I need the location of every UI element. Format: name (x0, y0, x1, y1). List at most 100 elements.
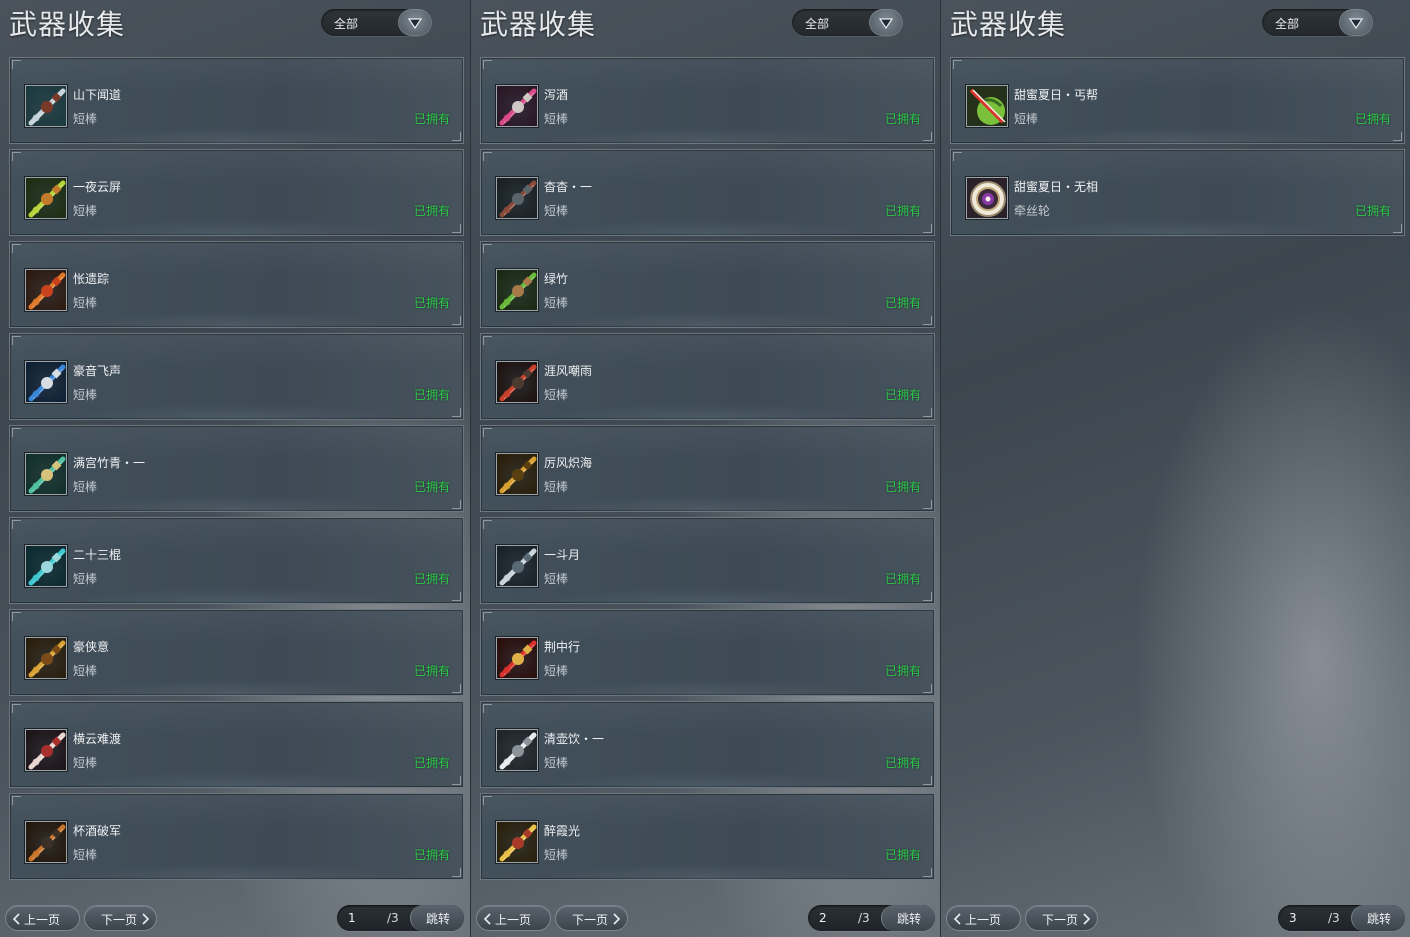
page-total: /3 (387, 911, 399, 925)
weapon-type: 短棒 (544, 112, 569, 126)
filter-dropdown[interactable]: 全部 (792, 9, 903, 36)
weapon-card[interactable]: 山下闻道 短棒 已拥有 (9, 57, 464, 144)
filter-dropdown[interactable]: 全部 (321, 9, 432, 36)
weapon-icon (496, 269, 538, 311)
page-total: /3 (1328, 911, 1340, 925)
weapon-icon (25, 269, 67, 311)
card-ornament (541, 587, 874, 603)
card-ornament (70, 127, 403, 143)
card-ornament (541, 679, 874, 695)
collection-panel-page-1: 武器收集 全部 山下闻道 短棒 已拥有 一夜云屏 短棒 已拥有 怅遗踪 短棒 已拥有 豪音飞声 短棒… (0, 0, 470, 937)
weapon-name: 甜蜜夏日・丐帮 (1014, 88, 1099, 102)
owned-status: 已拥有 (884, 664, 921, 678)
weapon-card[interactable]: 杯酒破军 短棒 已拥有 (9, 793, 464, 880)
weapon-type: 短棒 (73, 296, 98, 310)
weapon-card[interactable]: 荆中行 短棒 已拥有 (480, 609, 935, 696)
weapon-card[interactable]: 甜蜜夏日・无相 牵丝轮 已拥有 (950, 149, 1405, 236)
weapon-type: 短棒 (73, 756, 98, 770)
owned-status: 已拥有 (884, 296, 921, 310)
owned-status: 已拥有 (884, 204, 921, 218)
page-number-input[interactable] (810, 907, 860, 929)
weapon-type: 短棒 (544, 204, 569, 218)
card-ornament (70, 679, 403, 695)
weapon-card[interactable]: 杳杳・一 短棒 已拥有 (480, 149, 935, 236)
weapon-card[interactable]: 泻酒 短棒 已拥有 (480, 57, 935, 144)
card-ornament (70, 863, 403, 879)
chevron-left-icon (12, 913, 20, 925)
weapon-card[interactable]: 清壶饮・一 短棒 已拥有 (480, 701, 935, 788)
collection-panel-page-2: 武器收集 全部 泻酒 短棒 已拥有 杳杳・一 短棒 已拥有 绿竹 短棒 已拥有 涯风嘲雨 短棒 已拥有… (470, 0, 940, 937)
next-page-button[interactable]: 下一页 (555, 905, 628, 931)
panel-title: 武器收集 (9, 8, 126, 41)
card-ornament (541, 863, 874, 879)
prev-page-button[interactable]: 上一页 (5, 905, 80, 931)
weapon-name: 荆中行 (544, 640, 581, 654)
collection-panel-page-3: 武器收集 全部 甜蜜夏日・丐帮 短棒 已拥有 甜蜜夏日・无相 牵丝轮 已拥有 上一页 下一… (940, 0, 1410, 937)
weapon-card[interactable]: 涯风嘲雨短棒 已拥有 (480, 333, 935, 420)
weapon-type: 短棒 (73, 112, 98, 126)
weapon-name: 清壶饮・一 (544, 732, 605, 746)
page-jump-box: /3 跳转 (1278, 905, 1405, 931)
jump-button-label: 跳转 (1367, 912, 1392, 926)
weapon-card[interactable]: 一斗月 短棒 已拥有 (480, 517, 935, 604)
weapon-type: 牵丝轮 (1014, 204, 1051, 218)
card-ornament (541, 403, 874, 419)
weapon-icon (25, 729, 67, 771)
owned-status: 已拥有 (413, 848, 450, 862)
jump-button[interactable]: 跳转 (881, 905, 935, 931)
filter-dropdown[interactable]: 全部 (1262, 9, 1373, 36)
jump-button-label: 跳转 (426, 912, 451, 926)
page-total: /3 (858, 911, 870, 925)
weapon-card[interactable]: 绿竹 短棒 已拥有 (480, 241, 935, 328)
next-page-button[interactable]: 下一页 (1025, 905, 1098, 931)
page-number-input[interactable] (1280, 907, 1330, 929)
weapon-card[interactable]: 满宫竹青・一 短棒 已拥有 (9, 425, 464, 512)
weapon-card[interactable]: 豪音飞声 短棒 已拥有 (9, 333, 464, 420)
owned-status: 已拥有 (1354, 204, 1391, 218)
dropdown-arrow-icon[interactable] (1339, 9, 1373, 36)
weapon-type: 短棒 (73, 848, 98, 862)
prev-page-label: 上一页 (495, 913, 532, 927)
weapon-type: 短棒 (73, 664, 98, 678)
weapon-name: 满宫竹青・一 (73, 456, 146, 470)
weapon-icon (496, 545, 538, 587)
weapon-type: 短棒 (544, 296, 569, 310)
owned-status: 已拥有 (884, 388, 921, 402)
jump-button[interactable]: 跳转 (1351, 905, 1405, 931)
weapon-card[interactable]: 厉风炽海 短棒 已拥有 (480, 425, 935, 512)
card-ornament (70, 495, 403, 511)
weapon-type: 短棒 (73, 388, 98, 402)
dropdown-arrow-icon[interactable] (869, 9, 903, 36)
dropdown-arrow-icon[interactable] (398, 9, 432, 36)
weapon-card[interactable]: 甜蜜夏日・丐帮 短棒 已拥有 (950, 57, 1405, 144)
owned-status: 已拥有 (413, 480, 450, 494)
jump-button[interactable]: 跳转 (410, 905, 464, 931)
weapon-card[interactable]: 怅遗踪短棒 已拥有 (9, 241, 464, 328)
weapon-card[interactable]: 二十三棍 短棒 已拥有 (9, 517, 464, 604)
owned-status: 已拥有 (413, 664, 450, 678)
weapon-card[interactable]: 豪侠意 短棒 已拥有 (9, 609, 464, 696)
owned-status: 已拥有 (413, 572, 450, 586)
weapon-card[interactable]: 醉霞光 短棒 已拥有 (480, 793, 935, 880)
page-jump-box: /3 跳转 (337, 905, 464, 931)
prev-page-button[interactable]: 上一页 (476, 905, 551, 931)
weapon-card[interactable]: 横云难渡 短棒 已拥有 (9, 701, 464, 788)
weapon-card[interactable]: 一夜云屏 短棒 已拥有 (9, 149, 464, 236)
weapon-type: 短棒 (544, 480, 569, 494)
page-number-input[interactable] (339, 907, 389, 929)
weapon-icon (496, 85, 538, 127)
prev-page-button[interactable]: 上一页 (946, 905, 1021, 931)
next-page-button[interactable]: 下一页 (84, 905, 157, 931)
weapon-icon (25, 637, 67, 679)
weapon-name: 横云难渡 (73, 732, 122, 746)
weapon-type: 短棒 (544, 388, 569, 402)
owned-status: 已拥有 (884, 480, 921, 494)
chevron-left-icon (953, 913, 961, 925)
pagination-bar: 上一页 下一页 /3 跳转 (0, 905, 470, 931)
card-ornament (70, 587, 403, 603)
owned-status: 已拥有 (413, 296, 450, 310)
weapon-name: 一斗月 (544, 548, 581, 562)
weapon-name: 怅遗踪 (73, 272, 110, 286)
weapon-name: 涯风嘲雨 (544, 364, 593, 378)
weapon-type: 短棒 (544, 756, 569, 770)
